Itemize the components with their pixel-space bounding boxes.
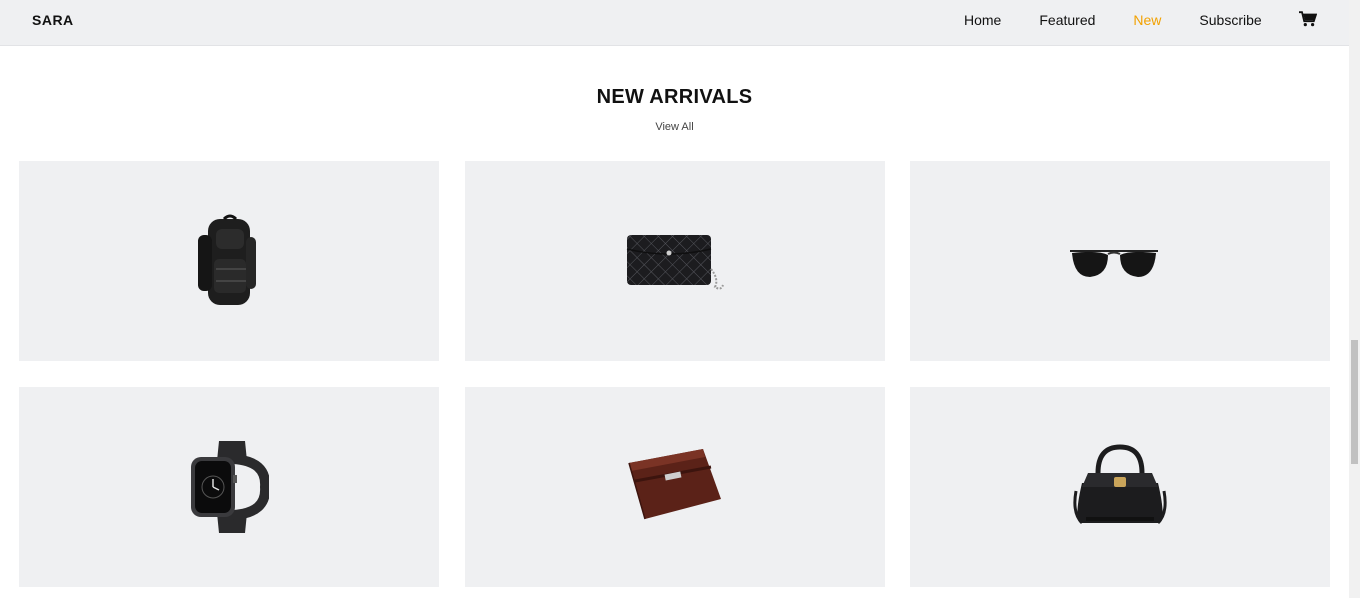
aviator-sunglasses-image [1070,250,1158,277]
nav-new[interactable]: New [1133,12,1161,28]
wallet-image [628,449,721,520]
backpack-image [198,214,256,305]
product-card-wallet[interactable] [465,387,885,587]
nav-subscribe[interactable]: Subscribe [1199,12,1261,28]
site-header: SARA Home Featured New Subscribe [0,0,1349,46]
view-all-link[interactable]: View All [0,121,1349,133]
page-scrollbar[interactable] [1349,0,1360,598]
section-title: NEW ARRIVALS [596,86,753,108]
product-card-backpack[interactable] [19,161,439,361]
nav-home[interactable]: Home [964,12,1001,28]
product-card-clutch[interactable] [465,161,885,361]
product-card-watch[interactable] [19,387,439,587]
nav-featured[interactable]: Featured [1039,12,1095,28]
new-arrivals-section: NEW ARRIVALS View All [0,46,1349,598]
smartwatch-image [191,441,269,533]
product-card-sunglasses[interactable] [910,161,1330,361]
scrollbar-thumb[interactable] [1351,340,1358,464]
quilted-clutch-image [626,235,724,290]
product-card-handbag[interactable] [910,387,1330,587]
cart-icon[interactable] [1299,11,1317,27]
main-nav: Home Featured New Subscribe [964,12,1300,28]
handbag-image [1073,444,1167,525]
brand-logo[interactable]: SARA [32,12,74,28]
